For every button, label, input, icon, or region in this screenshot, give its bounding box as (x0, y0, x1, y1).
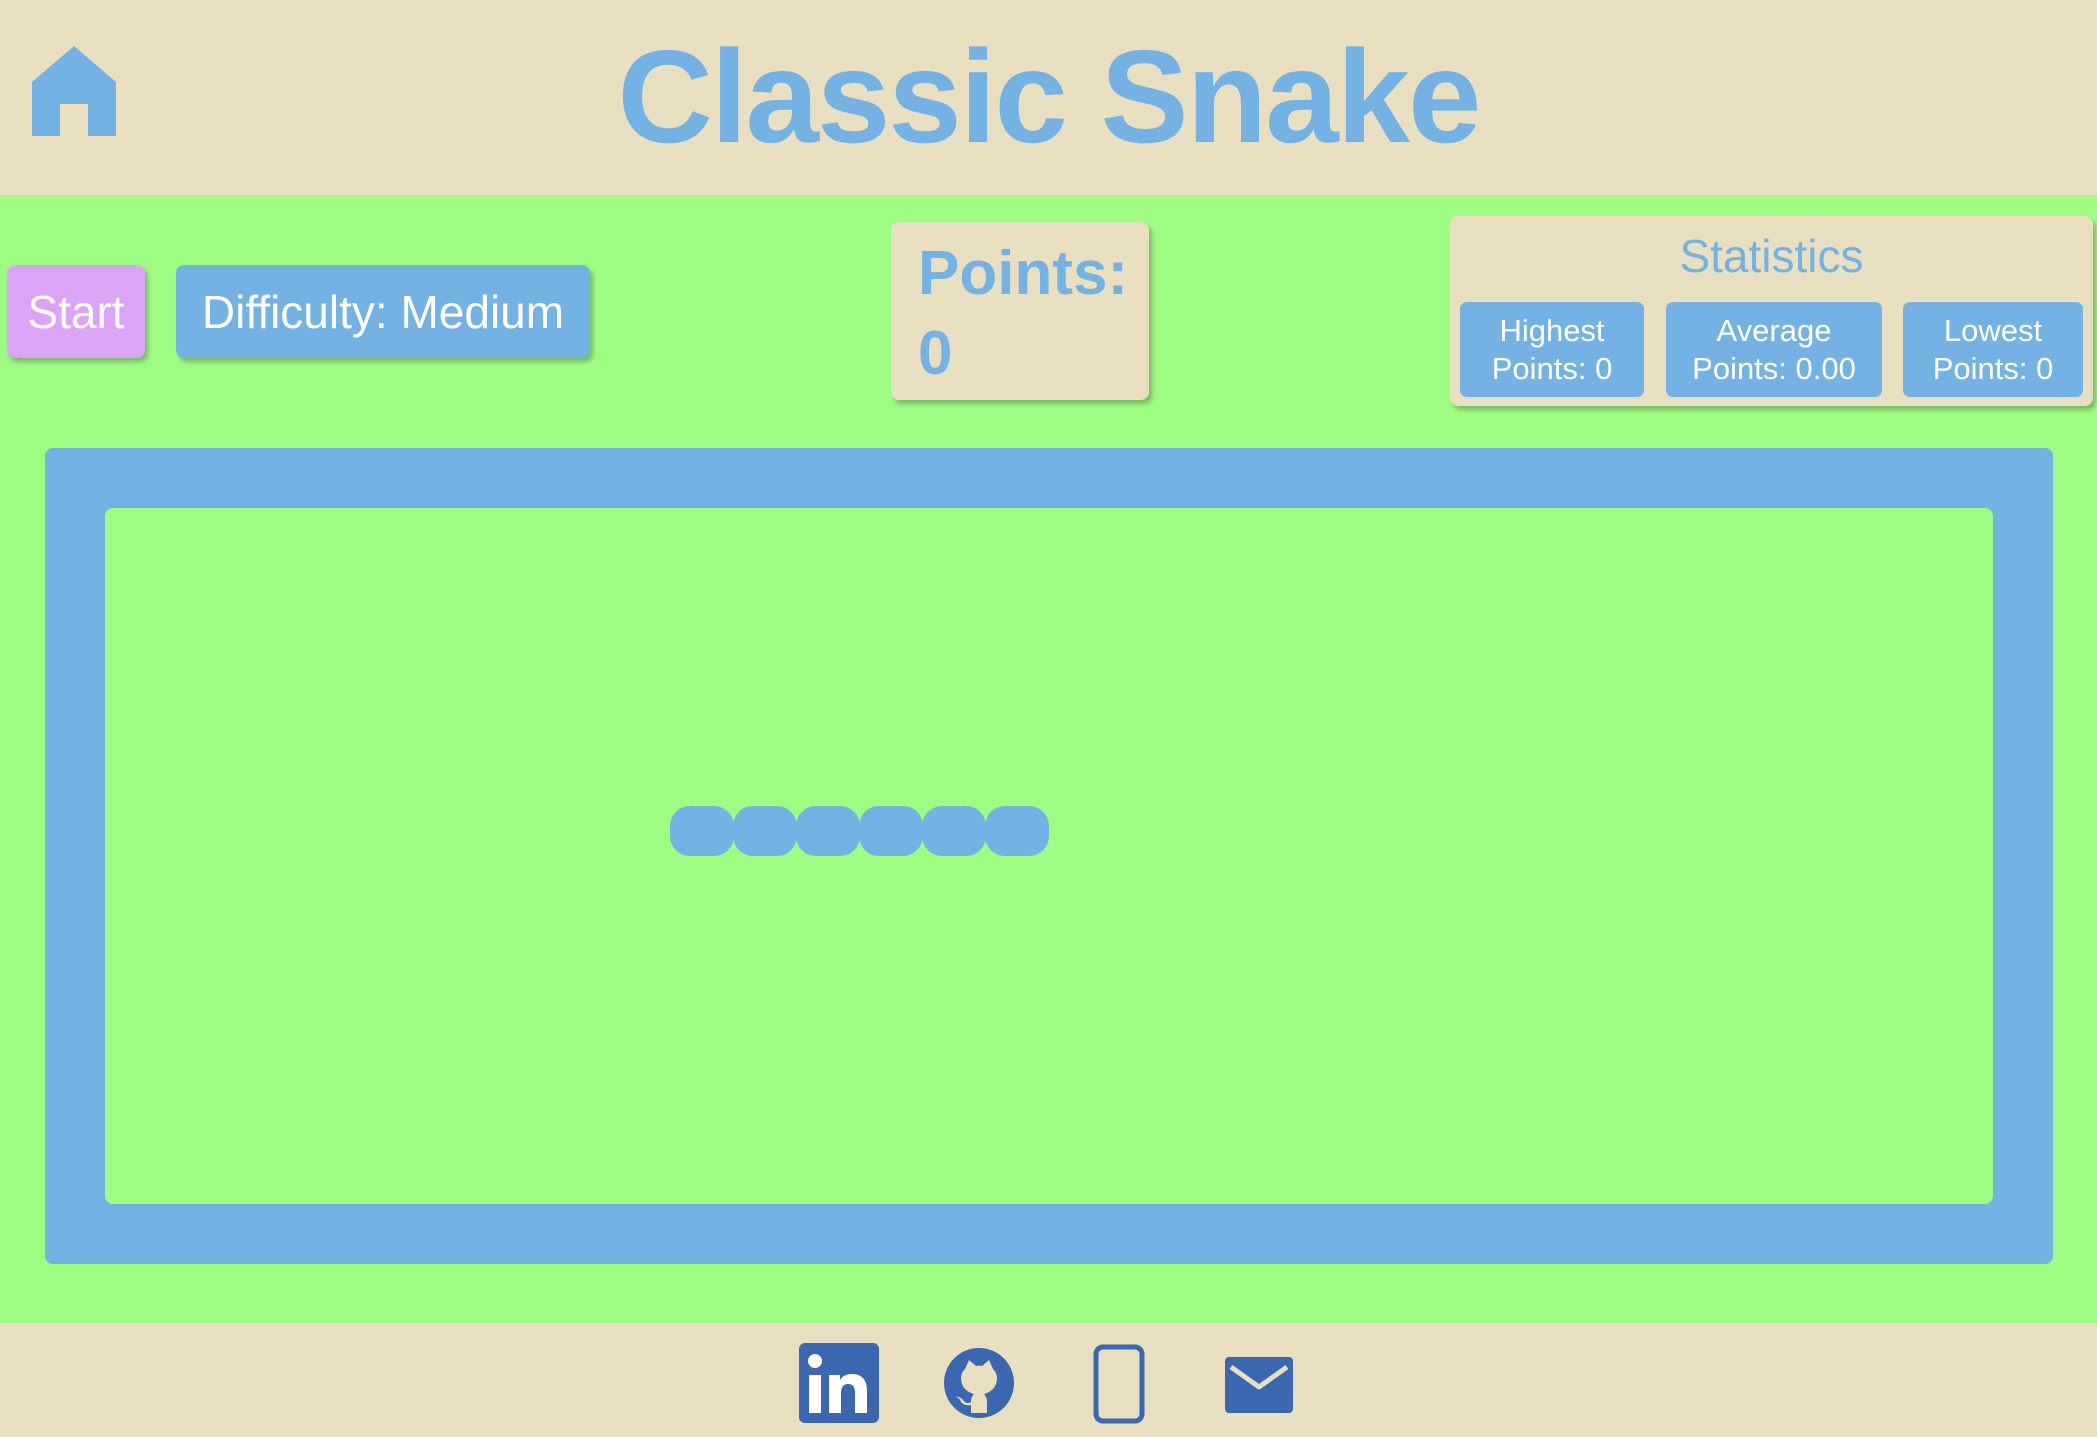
difficulty-button[interactable]: Difficulty: Medium (176, 265, 590, 358)
footer (0, 1323, 2097, 1437)
snake-segment (733, 806, 797, 856)
highest-points-value: Points: 0 (1491, 350, 1613, 386)
lowest-points-label: Lowest (1943, 312, 2043, 348)
page-title: Classic Snake (617, 23, 1482, 170)
lowest-points-value: Points: 0 (1932, 350, 2054, 386)
github-icon (944, 1348, 1014, 1418)
phone-link[interactable] (1093, 1344, 1145, 1429)
snake-segment (670, 806, 734, 856)
average-points-stat: Average Points: 0.00 (1666, 302, 1882, 397)
snake-segment (859, 806, 923, 856)
start-button[interactable]: Start (7, 265, 145, 358)
average-points-label: Average (1716, 312, 1832, 348)
phone-icon (1093, 1344, 1145, 1424)
average-points-value: Points: 0.00 (1692, 350, 1856, 386)
linkedin-icon (799, 1343, 879, 1423)
mail-icon (1225, 1357, 1293, 1413)
points-value: 0 (918, 319, 953, 388)
statistics-panel: Statistics Highest Points: 0 Average Poi… (1450, 216, 2093, 406)
snake-segment (922, 806, 986, 856)
lowest-points-stat: Lowest Points: 0 (1903, 302, 2083, 397)
snake-head (985, 806, 1049, 856)
game-board[interactable] (105, 508, 1993, 1204)
header: Classic Snake (0, 0, 2097, 195)
board-border (45, 448, 2053, 1264)
highest-points-stat: Highest Points: 0 (1460, 302, 1644, 397)
mail-link[interactable] (1225, 1357, 1293, 1418)
highest-points-label: Highest (1499, 312, 1605, 348)
snake-segment (796, 806, 860, 856)
statistics-title: Statistics (1679, 230, 1864, 282)
linkedin-link[interactable] (799, 1343, 879, 1428)
points-label: Points: (918, 239, 1129, 308)
github-link[interactable] (943, 1347, 1015, 1424)
points-display: Points: 0 (891, 222, 1149, 400)
